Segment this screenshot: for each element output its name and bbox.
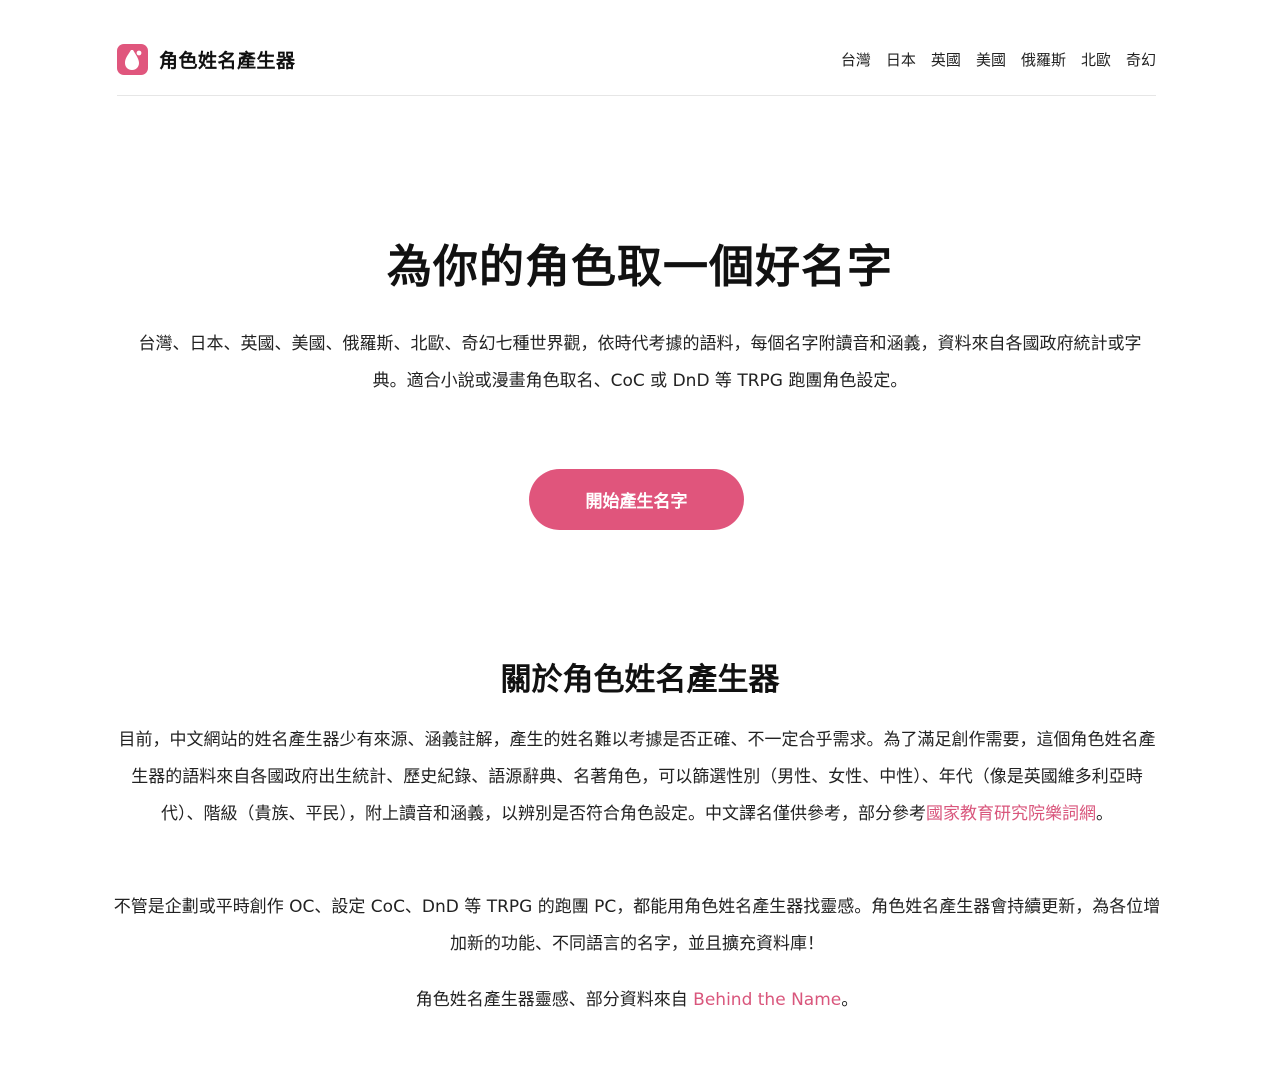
nav-link-russia[interactable]: 俄羅斯 (1021, 49, 1066, 70)
nav-link-taiwan[interactable]: 台灣 (841, 49, 871, 70)
nav-link-fantasy[interactable]: 奇幻 (1126, 49, 1156, 70)
about-title: 關於角色姓名產生器 (500, 662, 780, 698)
about-paragraph-2: 不管是企劃或平時創作 OC、設定 CoC、DnD 等 TRPG 的跑團 PC，都… (113, 897, 1161, 954)
brand[interactable]: 角色姓名產生器 (117, 40, 296, 78)
nav-link-nordic[interactable]: 北歐 (1081, 49, 1111, 70)
start-generate-button[interactable]: 開始產生名字 (529, 469, 744, 530)
about-paragraph-3-text: 角色姓名產生器靈感、部分資料來自 (415, 990, 694, 1010)
nav-link-japan[interactable]: 日本 (886, 49, 916, 70)
about-paragraph-3-end: 。 (841, 990, 859, 1010)
behind-the-name-link[interactable]: Behind the Name (693, 990, 841, 1010)
brand-name: 角色姓名產生器 (159, 49, 296, 72)
about-paragraph-1: 目前，中文網站的姓名產生器少有來源、涵義註解，產生的姓名難以考據是否正確、不一定… (112, 722, 1162, 833)
nav-link-uk[interactable]: 英國 (931, 49, 961, 70)
drop-logo-icon (117, 43, 148, 75)
hero-title: 為你的角色取一個好名字 (386, 240, 893, 293)
hero-description: 台灣、日本、英國、美國、俄羅斯、北歐、奇幻七種世界觀，依時代考據的語料，每個名字… (138, 334, 1142, 391)
naer-terms-link[interactable]: 國家教育研究院樂詞網 (926, 804, 1096, 824)
nav-link-usa[interactable]: 美國 (976, 49, 1006, 70)
site-header: 角色姓名產生器 台灣 日本 英國 美國 俄羅斯 北歐 奇幻 (117, 40, 1156, 96)
about-paragraph-1-end: 。 (1096, 804, 1113, 824)
top-nav: 台灣 日本 英國 美國 俄羅斯 北歐 奇幻 (841, 40, 1156, 78)
about-paragraph-3: 角色姓名產生器靈感、部分資料來自 Behind the Name。 (112, 982, 1162, 1019)
